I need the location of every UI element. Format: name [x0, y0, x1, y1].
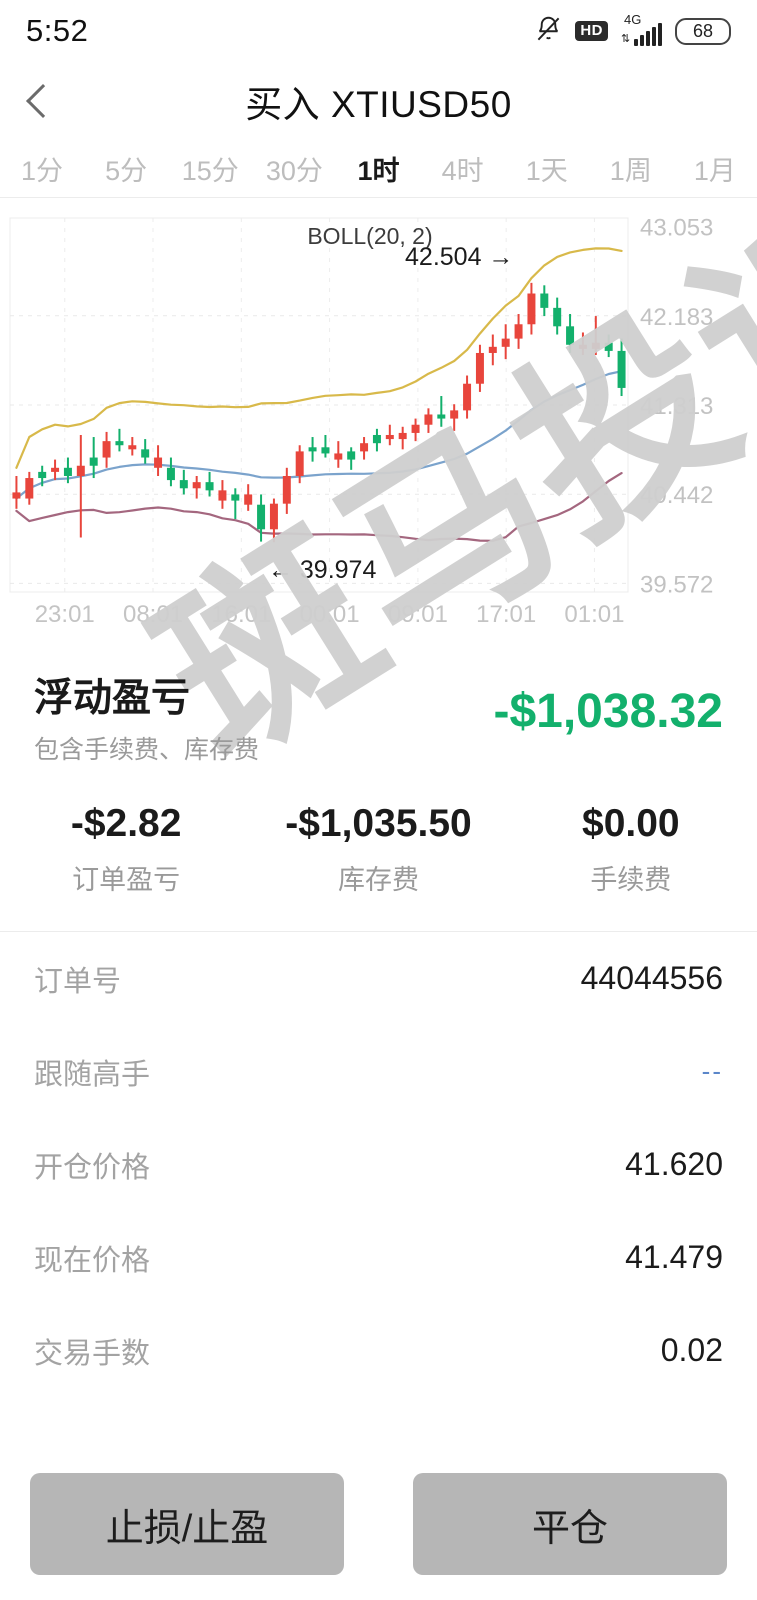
tab-4h[interactable]: 4时: [421, 149, 505, 188]
svg-text:39.572: 39.572: [640, 571, 713, 598]
svg-text:43.053: 43.053: [640, 215, 713, 242]
floating-pnl-section: 浮动盈亏 包含手续费、库存费 -$1,038.32: [0, 638, 757, 766]
price-chart[interactable]: 43.053 42.183 41.313 40.442 39.572 23:01 08:01…: [0, 198, 757, 638]
pnl-order-cell: -$2.82 订单盈亏: [0, 802, 252, 897]
tab-1mo[interactable]: 1月: [673, 149, 757, 188]
page-header: 买入 XTIUSD50: [0, 62, 757, 140]
tab-5m[interactable]: 5分: [84, 149, 168, 188]
detail-value: 44044556: [580, 960, 723, 997]
detail-row-follow-trader[interactable]: 跟随高手 --: [34, 1025, 723, 1118]
svg-text:42.504 →: 42.504 →: [405, 243, 513, 271]
detail-value: 0.02: [660, 1332, 723, 1369]
pnl-commission-value: $0.00: [582, 802, 680, 846]
detail-row-open-price: 开仓价格 41.620: [34, 1118, 723, 1211]
pnl-swap-value: -$1,035.50: [285, 802, 472, 846]
detail-row-order-id: 订单号 44044556: [34, 932, 723, 1025]
tab-30m[interactable]: 30分: [252, 149, 336, 188]
floating-pnl-amount: -$1,038.32: [493, 685, 723, 738]
svg-text:23:01: 23:01: [35, 601, 95, 628]
svg-text:09:01: 09:01: [388, 601, 448, 628]
tab-1d[interactable]: 1天: [505, 149, 589, 188]
svg-text:42.183: 42.183: [640, 304, 713, 331]
bell-muted-icon: [535, 14, 562, 49]
floating-pnl-labels: 浮动盈亏 包含手续费、库存费: [34, 676, 259, 766]
pnl-breakdown-row: -$2.82 订单盈亏 -$1,035.50 库存费 $0.00 手续费: [0, 766, 757, 931]
svg-text:16:01: 16:01: [211, 601, 271, 628]
svg-text:01:01: 01:01: [564, 601, 624, 628]
detail-key: 现在价格: [34, 1244, 151, 1277]
detail-key: 开仓价格: [34, 1151, 151, 1184]
detail-row-current-price: 现在价格 41.479: [34, 1211, 723, 1304]
floating-pnl-title: 浮动盈亏: [34, 677, 191, 720]
candlestick-chart-svg[interactable]: 43.053 42.183 41.313 40.442 39.572 23:01 08:01…: [0, 204, 757, 636]
status-bar: 5:52 HD 4G ⇅ 68: [0, 0, 757, 62]
pnl-swap-label: 库存费: [337, 865, 419, 896]
tab-1w[interactable]: 1周: [589, 149, 673, 188]
trade-detail-screen: 5:52 HD 4G ⇅ 68 买入 XTIUSD50 1分 5分 15分 30…: [0, 0, 757, 1600]
svg-text:17:01: 17:01: [476, 601, 536, 628]
svg-text:08:01: 08:01: [123, 601, 183, 628]
pnl-order-value: -$2.82: [70, 802, 182, 846]
tab-15m[interactable]: 15分: [168, 149, 252, 188]
timeframe-tabs: 1分 5分 15分 30分 1时 4时 1天 1周 1月: [0, 140, 757, 198]
status-icon-group: HD 4G ⇅ 68: [535, 12, 731, 49]
tab-1m[interactable]: 1分: [0, 149, 84, 188]
stop-loss-take-profit-button[interactable]: 止损/止盈: [30, 1473, 344, 1575]
page-title: 买入 XTIUSD50: [245, 84, 512, 125]
order-detail-list: 订单号 44044556 跟随高手 -- 开仓价格 41.620 现在价格 41…: [0, 932, 757, 1397]
svg-text:41.313: 41.313: [640, 393, 713, 420]
pnl-order-label: 订单盈亏: [72, 865, 181, 896]
svg-text:← 39.974: ← 39.974: [268, 556, 377, 584]
detail-value: 41.620: [625, 1146, 723, 1183]
tab-1h[interactable]: 1时: [336, 149, 420, 188]
hd-icon: HD: [575, 21, 608, 41]
detail-value: --: [701, 1056, 723, 1087]
detail-value: 41.479: [625, 1239, 723, 1276]
close-position-button[interactable]: 平仓: [413, 1473, 727, 1575]
battery-icon: 68: [675, 17, 731, 45]
detail-key: 交易手数: [34, 1337, 151, 1370]
detail-key: 跟随高手: [34, 1058, 151, 1091]
svg-text:40.442: 40.442: [640, 482, 713, 509]
pnl-swap-cell: -$1,035.50 库存费: [252, 802, 504, 897]
floating-pnl-subtitle: 包含手续费、库存费: [34, 736, 260, 765]
action-bar: 止损/止盈 平仓: [0, 1448, 757, 1600]
detail-row-lot-size: 交易手数 0.02: [34, 1304, 723, 1397]
signal-icon: 4G ⇅: [621, 12, 662, 46]
pnl-commission-label: 手续费: [590, 865, 672, 896]
pnl-commission-cell: $0.00 手续费: [505, 802, 757, 897]
status-time: 5:52: [26, 13, 89, 48]
svg-text:00:01: 00:01: [300, 601, 360, 628]
detail-key: 订单号: [34, 965, 122, 998]
